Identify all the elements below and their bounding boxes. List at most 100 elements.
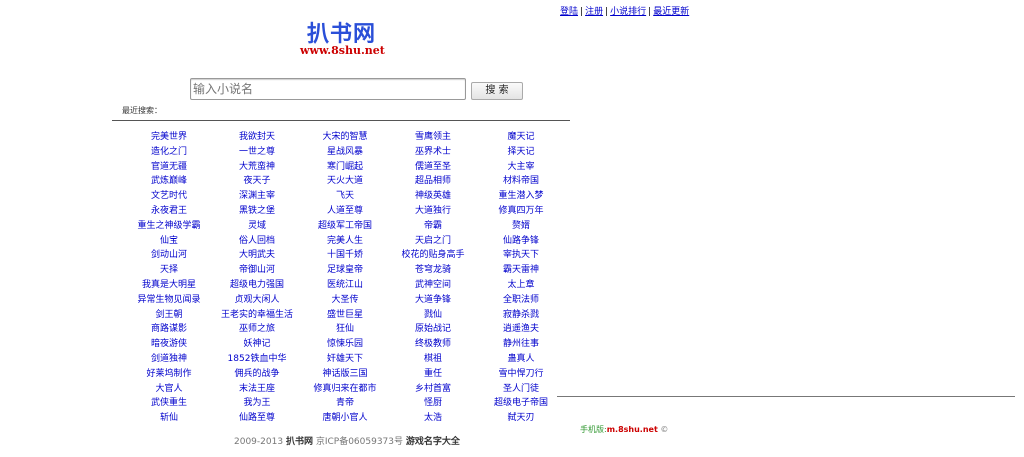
book-link[interactable]: 寒门崛起 [327,162,363,172]
book-link[interactable]: 超级电子帝国 [494,398,548,408]
book-link[interactable]: 文艺时代 [151,191,187,201]
book-link[interactable]: 狂仙 [336,324,354,334]
book-link[interactable]: 弑天刃 [507,413,534,423]
book-link[interactable]: 天启之门 [415,236,451,246]
book-link[interactable]: 剑王朝 [155,310,182,320]
login-link[interactable]: 登陆 [560,7,578,17]
book-link[interactable]: 大官人 [155,384,182,394]
book-link[interactable]: 武神空间 [415,280,451,290]
register-link[interactable]: 注册 [585,7,603,17]
book-link[interactable]: 终极教师 [415,339,451,349]
book-link[interactable]: 超级电力强国 [230,280,284,290]
book-link[interactable]: 青帝 [336,398,354,408]
book-link[interactable]: 雪鹰领主 [415,132,451,142]
book-link[interactable]: 造化之门 [151,147,187,157]
book-link[interactable]: 全职法师 [503,295,539,305]
book-link[interactable]: 原始战记 [415,324,451,334]
book-link[interactable]: 大主宰 [507,162,534,172]
book-link[interactable]: 戮仙 [424,310,442,320]
book-link[interactable]: 棋祖 [424,354,442,364]
book-link[interactable]: 末法王座 [239,384,275,394]
book-link[interactable]: 唐朝小官人 [322,413,367,423]
book-link[interactable]: 大道争锋 [415,295,451,305]
book-link[interactable]: 我欲封天 [239,132,275,142]
book-link[interactable]: 惊悚乐园 [327,339,363,349]
book-link[interactable]: 超品相师 [415,176,451,186]
book-link[interactable]: 夜天子 [243,176,270,186]
book-link[interactable]: 佣兵的战争 [234,369,279,379]
latest-updates-link[interactable]: 最近更新 [653,7,689,17]
book-link[interactable]: 大道独行 [415,206,451,216]
book-link[interactable]: 圣人门徒 [503,384,539,394]
book-link[interactable]: 足球皇帝 [327,265,363,275]
book-link[interactable]: 魔天记 [507,132,534,142]
ranking-link[interactable]: 小说排行 [610,7,646,17]
book-link[interactable]: 儒道至圣 [415,162,451,172]
book-link[interactable]: 人道至尊 [327,206,363,216]
book-link[interactable]: 校花的贴身高手 [401,250,464,260]
book-link[interactable]: 太上章 [507,280,534,290]
book-link[interactable]: 仙路至尊 [239,413,275,423]
book-link[interactable]: 奸雄天下 [327,354,363,364]
book-link[interactable]: 飞天 [336,191,354,201]
book-link[interactable]: 重生潜入梦 [498,191,543,201]
book-link[interactable]: 帝御山河 [239,265,275,275]
book-link[interactable]: 盛世巨星 [327,310,363,320]
book-link[interactable]: 十国千娇 [327,250,363,260]
book-link[interactable]: 1852铁血中华 [228,354,287,364]
book-link[interactable]: 神话版三国 [322,369,367,379]
book-link[interactable]: 妖神记 [243,339,270,349]
book-link[interactable]: 苍穹龙骑 [415,265,451,275]
book-link[interactable]: 剑动山河 [151,250,187,260]
book-link[interactable]: 宰执天下 [503,250,539,260]
book-link[interactable]: 一世之尊 [239,147,275,157]
book-link[interactable]: 蛊真人 [507,354,534,364]
book-link[interactable]: 武侠重生 [151,398,187,408]
search-button[interactable]: 搜 索 [471,82,523,100]
book-link[interactable]: 静州往事 [503,339,539,349]
book-link[interactable]: 修真四万年 [498,206,543,216]
book-link[interactable]: 黑铁之堡 [239,206,275,216]
book-link[interactable]: 大荒蛮神 [239,162,275,172]
book-link[interactable]: 灵域 [248,221,266,231]
book-link[interactable]: 斩仙 [160,413,178,423]
book-link[interactable]: 完美世界 [151,132,187,142]
book-link[interactable]: 怪厨 [424,398,442,408]
book-link[interactable]: 太浩 [424,413,442,423]
book-link[interactable]: 俗人回档 [239,236,275,246]
book-link[interactable]: 贞观大闲人 [234,295,279,305]
book-link[interactable]: 王老实的幸福生活 [221,310,293,320]
book-link[interactable]: 帝霸 [424,221,442,231]
book-link[interactable]: 武炼巅峰 [151,176,187,186]
book-link[interactable]: 大宋的智慧 [322,132,367,142]
book-link[interactable]: 商路谋影 [151,324,187,334]
book-link[interactable]: 医统江山 [327,280,363,290]
book-link[interactable]: 巫师之旅 [239,324,275,334]
book-link[interactable]: 我为王 [243,398,270,408]
game-names-link[interactable]: 游戏名字大全 [406,437,460,447]
book-link[interactable]: 永夜君王 [151,206,187,216]
book-link[interactable]: 巫界术士 [415,147,451,157]
book-link[interactable]: 大圣传 [331,295,358,305]
book-link[interactable]: 寂静杀戮 [503,310,539,320]
book-link[interactable]: 天火大道 [327,176,363,186]
book-link[interactable]: 大明武夫 [239,250,275,260]
book-link[interactable]: 天择 [160,265,178,275]
book-link[interactable]: 深渊主宰 [239,191,275,201]
book-link[interactable]: 暗夜游侠 [151,339,187,349]
book-link[interactable]: 神级英雄 [415,191,451,201]
book-link[interactable]: 好莱坞制作 [146,369,191,379]
book-link[interactable]: 仙路争锋 [503,236,539,246]
book-link[interactable]: 完美人生 [327,236,363,246]
book-link[interactable]: 重任 [424,369,442,379]
search-input[interactable] [190,78,466,100]
book-link[interactable]: 材料帝国 [503,176,539,186]
book-link[interactable]: 超级军工帝国 [318,221,372,231]
book-link[interactable]: 仙宝 [160,236,178,246]
mobile-link[interactable]: m.8shu.net [607,425,658,434]
book-link[interactable]: 星战风暴 [327,147,363,157]
book-link[interactable]: 择天记 [507,147,534,157]
book-link[interactable]: 剑道独神 [151,354,187,364]
book-link[interactable]: 我真是大明星 [142,280,196,290]
book-link[interactable]: 逍遥渔夫 [503,324,539,334]
